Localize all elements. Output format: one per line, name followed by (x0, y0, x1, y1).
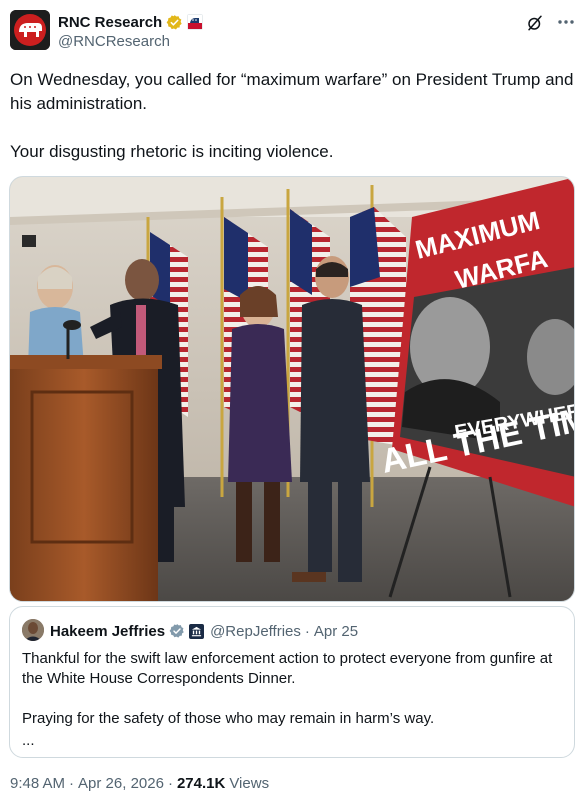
government-badge-icon[interactable] (189, 623, 205, 639)
tweet-date[interactable]: Apr 26, 2026 (78, 775, 164, 792)
views-label: Views (229, 775, 270, 792)
author-display-name[interactable]: RNC Research (58, 14, 162, 31)
podium (10, 320, 162, 601)
quoted-tweet[interactable]: Hakeem Jeffries @RepJeffries · Apr 25 Th… (9, 606, 575, 758)
quoted-tweet-header: Hakeem Jeffries @RepJeffries · Apr 25 (50, 621, 358, 641)
meta-separator-2: · (167, 775, 173, 792)
tweet-metadata: 9:48 AM · Apr 26, 2026 · 274.1K Views (10, 775, 269, 792)
affiliation-badge-icon[interactable] (187, 14, 204, 30)
quoted-handle[interactable]: @RepJeffries (210, 623, 301, 640)
gop-elephant-icon (10, 10, 50, 50)
verified-badge-icon[interactable] (166, 14, 183, 31)
tweet-photo[interactable]: MAXIMUM WARFA EVERYWHER ALL THE TIME (9, 176, 575, 602)
quoted-separator: · (304, 622, 310, 640)
quoted-text-paragraph-2: Praying for the safety of those who may … (22, 710, 435, 727)
press-conference-photo: MAXIMUM WARFA EVERYWHER ALL THE TIME (10, 177, 574, 601)
tweet-time[interactable]: 9:48 AM (10, 775, 65, 792)
quoted-text-truncation: ... (22, 732, 35, 749)
quoted-author-avatar[interactable] (22, 619, 44, 641)
grok-icon[interactable] (526, 14, 544, 32)
views-count[interactable]: 274.1K (177, 775, 225, 792)
quoted-text-paragraph-1: Thankful for the swift law enforcement a… (22, 650, 553, 687)
quoted-date[interactable]: Apr 25 (314, 623, 358, 640)
verified-badge-icon[interactable] (169, 623, 185, 639)
tweet-header: RNC Research @RNCResearch (10, 10, 576, 54)
author-avatar[interactable] (10, 10, 50, 50)
tweet-text-paragraph-2: Your disgusting rhetoric is inciting vio… (10, 142, 334, 161)
author-handle[interactable]: @RNCResearch (58, 33, 170, 50)
tweet-text-paragraph-1: On Wednesday, you called for “maximum wa… (10, 70, 579, 113)
more-options-icon[interactable] (556, 12, 576, 32)
quoted-display-name[interactable]: Hakeem Jeffries (50, 623, 165, 640)
meta-separator-1: · (69, 775, 75, 792)
author-name-row: RNC Research (58, 12, 204, 32)
